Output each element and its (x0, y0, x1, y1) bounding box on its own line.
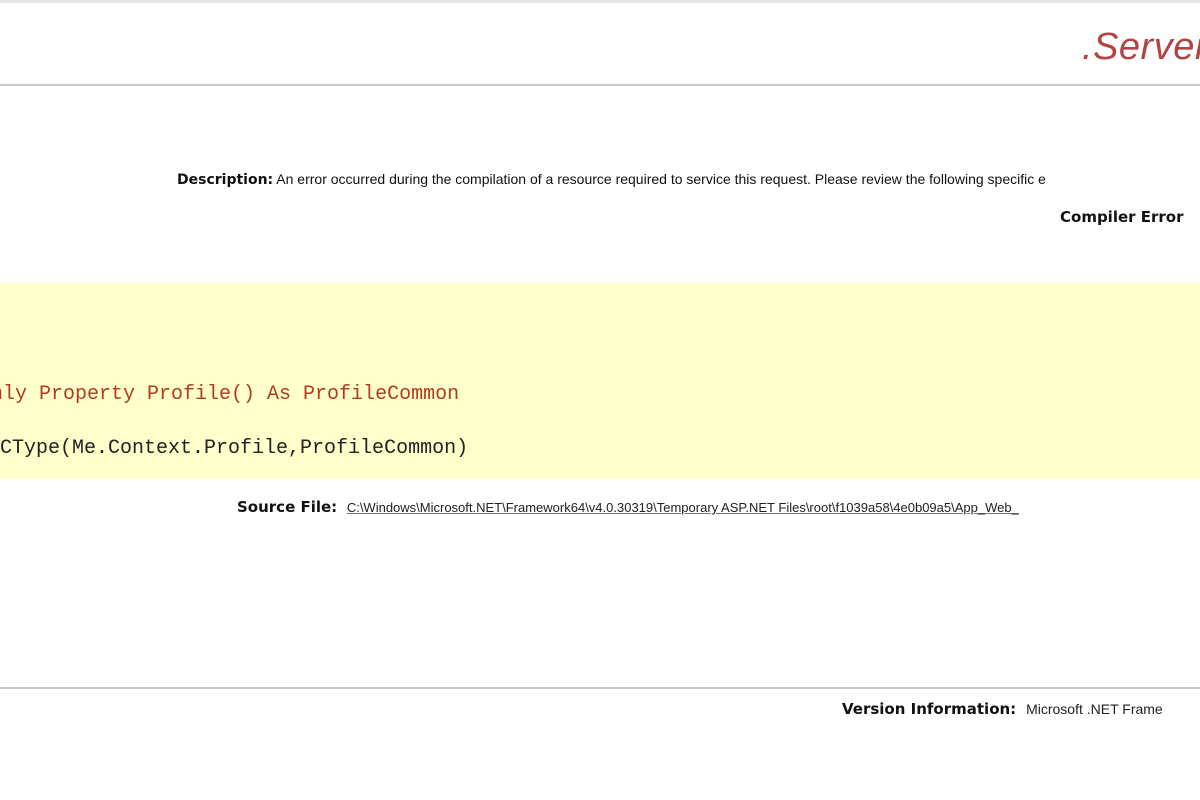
compiler-error-heading: Compiler Error (1060, 208, 1184, 226)
code-line: CType(Me.Context.Profile,ProfileCommon) (0, 437, 469, 460)
version-information-line: Version Information: Microsoft .NET Fram… (842, 700, 1163, 718)
source-file-label: Source File: (237, 498, 338, 516)
footer-divider (0, 687, 1200, 689)
error-page: .Server Description: An error occurred d… (0, 0, 1200, 800)
top-edge (0, 0, 1200, 3)
version-information-label: Version Information: (842, 700, 1017, 718)
description-text: An error occurred during the compilation… (276, 171, 1046, 187)
description-label: Description: (177, 172, 274, 188)
source-file-path[interactable]: C:\Windows\Microsoft.NET\Framework64\v4.… (347, 500, 1019, 515)
source-code-panel: nly Property Profile() As ProfileCommon … (0, 283, 1200, 479)
code-line-error: nly Property Profile() As ProfileCommon (0, 383, 460, 406)
description-line: Description: An error occurred during th… (177, 171, 1046, 188)
page-title: .Server (1082, 26, 1200, 68)
source-file-line: Source File: C:\Windows\Microsoft.NET\Fr… (237, 498, 1019, 516)
header-divider (0, 84, 1200, 86)
version-information-text: Microsoft .NET Frame (1026, 701, 1163, 717)
